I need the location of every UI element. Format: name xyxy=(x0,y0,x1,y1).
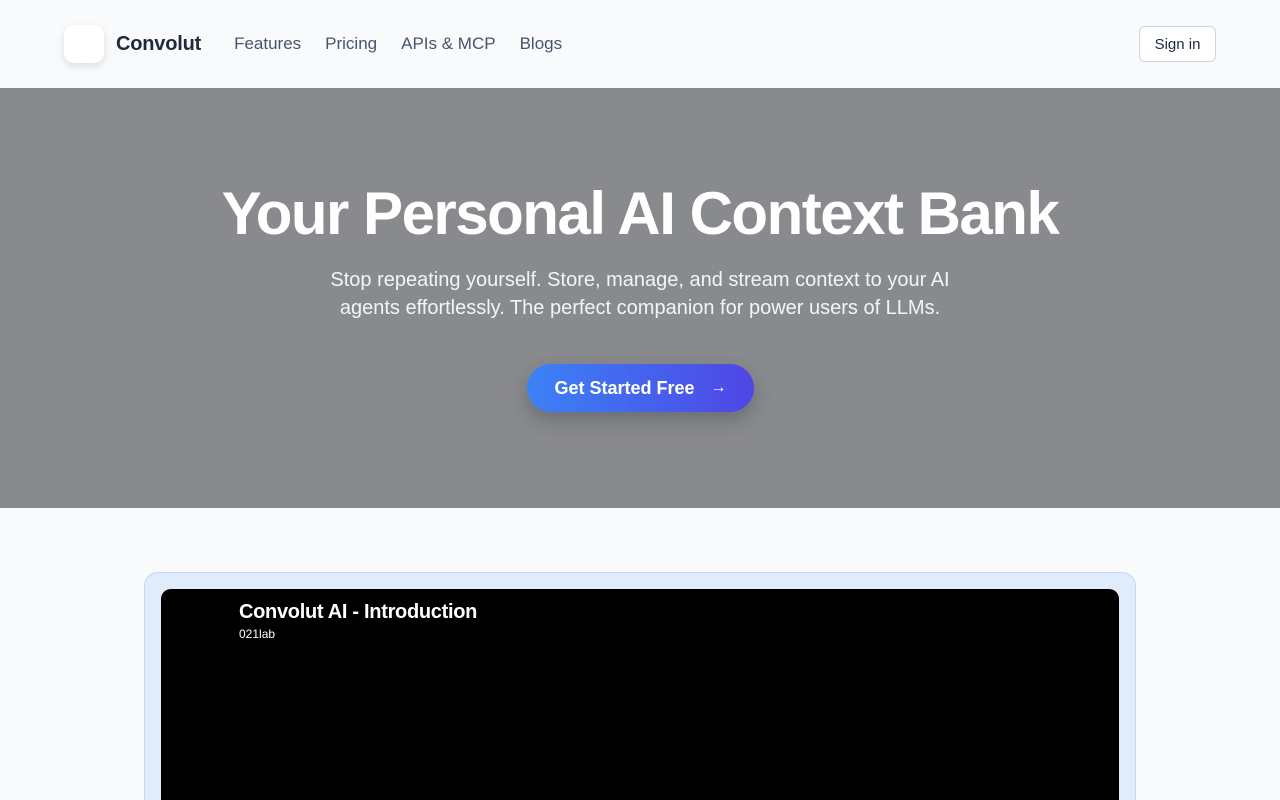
get-started-label: Get Started Free xyxy=(554,377,695,398)
nav-link-blogs[interactable]: Blogs xyxy=(520,34,563,54)
hero-section: Your Personal AI Context Bank Stop repea… xyxy=(0,88,1280,508)
nav-link-features[interactable]: Features xyxy=(234,34,301,54)
video-channel[interactable]: 021lab xyxy=(239,627,275,641)
main-nav: Features Pricing APIs & MCP Blogs xyxy=(234,34,586,54)
get-started-button[interactable]: Get Started Free → xyxy=(527,364,754,412)
landing-page: Convolut Features Pricing APIs & MCP Blo… xyxy=(0,0,1280,800)
video-player[interactable]: Convolut AI - Introduction 021lab xyxy=(161,589,1119,800)
hero-subtitle: Stop repeating yourself. Store, manage, … xyxy=(320,266,960,322)
hero-subtitle-line-1: Stop repeating yourself. Store, manage, … xyxy=(330,269,950,291)
nav-link-apis-mcp[interactable]: APIs & MCP xyxy=(401,34,495,54)
brand-name[interactable]: Convolut xyxy=(116,33,201,56)
nav-link-pricing[interactable]: Pricing xyxy=(325,34,377,54)
sign-in-button[interactable]: Sign in xyxy=(1139,26,1216,62)
logo-icon[interactable] xyxy=(64,25,104,63)
site-header: Convolut Features Pricing APIs & MCP Blo… xyxy=(0,0,1280,88)
hero-subtitle-line-2: agents effortlessly. The perfect compani… xyxy=(339,297,941,319)
hero-title: Your Personal AI Context Bank xyxy=(221,180,1060,247)
arrow-right-icon: → xyxy=(710,379,727,396)
video-title[interactable]: Convolut AI - Introduction xyxy=(239,601,477,624)
